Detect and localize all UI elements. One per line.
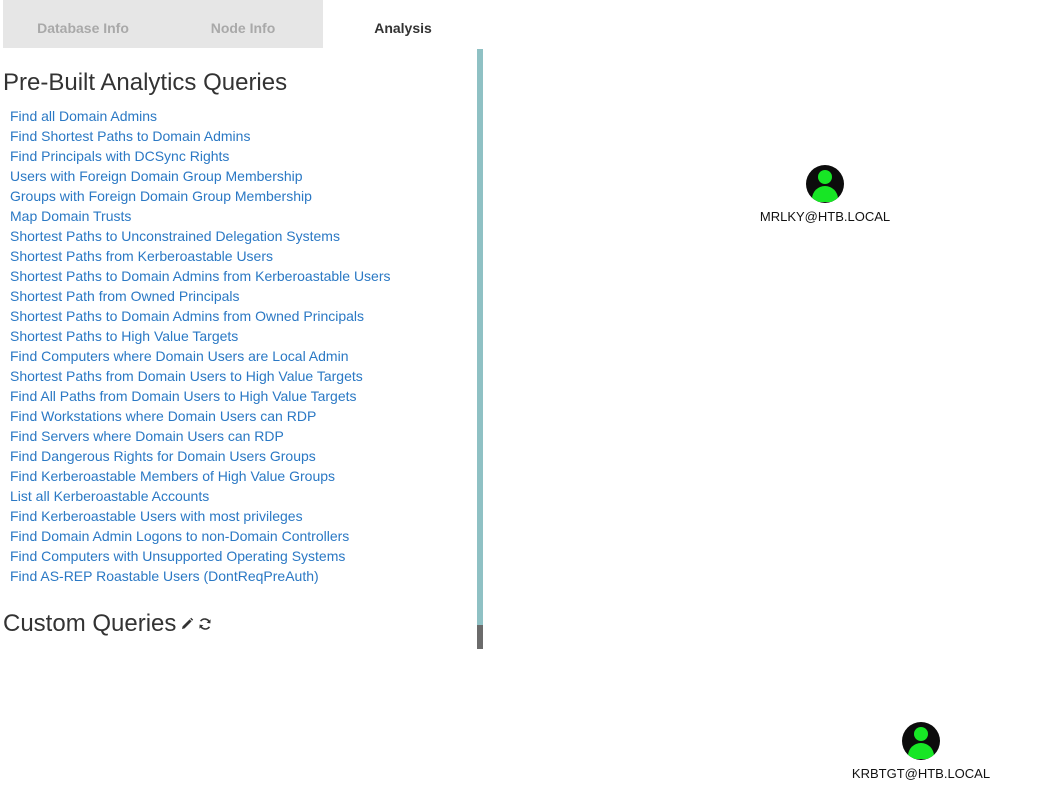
prebuilt-query-link[interactable]: Find Shortest Paths to Domain Admins [10, 126, 391, 146]
prebuilt-query-link[interactable]: List all Kerberoastable Accounts [10, 486, 391, 506]
tab-node-info[interactable]: Node Info [163, 0, 323, 48]
graph-node-user[interactable]: MRLKY@HTB.LOCAL [759, 165, 891, 224]
prebuilt-query-link[interactable]: Users with Foreign Domain Group Membersh… [10, 166, 391, 186]
panel-scrollbar[interactable] [477, 49, 483, 649]
prebuilt-query-link[interactable]: Find AS-REP Roastable Users (DontReqPreA… [10, 566, 391, 586]
analysis-content: Pre-Built Analytics Queries Find all Dom… [3, 49, 477, 649]
prebuilt-query-link[interactable]: Shortest Path from Owned Principals [10, 286, 391, 306]
prebuilt-query-link[interactable]: Find Principals with DCSync Rights [10, 146, 391, 166]
prebuilt-query-link[interactable]: Shortest Paths to Domain Admins from Ker… [10, 266, 391, 286]
refresh-icon[interactable] [198, 617, 212, 631]
prebuilt-query-list: Find all Domain Admins Find Shortest Path… [10, 106, 391, 586]
prebuilt-query-link[interactable]: Find All Paths from Domain Users to High… [10, 386, 391, 406]
prebuilt-query-link[interactable]: Find Domain Admin Logons to non-Domain C… [10, 526, 391, 546]
prebuilt-query-link[interactable]: Shortest Paths from Kerberoastable Users [10, 246, 391, 266]
custom-queries-header: Custom Queries [3, 610, 212, 638]
prebuilt-query-link[interactable]: Find Dangerous Rights for Domain Users G… [10, 446, 391, 466]
user-icon[interactable] [806, 165, 844, 203]
panel-tabs: Database Info Node Info Analysis [3, 0, 483, 48]
prebuilt-query-link[interactable]: Find Kerberoastable Members of High Valu… [10, 466, 391, 486]
tab-analysis[interactable]: Analysis [323, 0, 483, 48]
prebuilt-query-link[interactable]: Find Computers with Unsupported Operatin… [10, 546, 391, 566]
tab-database-info[interactable]: Database Info [3, 0, 163, 48]
prebuilt-query-link[interactable]: Find Computers where Domain Users are Lo… [10, 346, 391, 366]
prebuilt-query-link[interactable]: Shortest Paths to Domain Admins from Own… [10, 306, 391, 326]
scrollbar-thumb[interactable] [477, 625, 483, 649]
graph-node-user[interactable]: KRBTGT@HTB.LOCAL [850, 722, 992, 781]
prebuilt-query-link[interactable]: Find Kerberoastable Users with most priv… [10, 506, 391, 526]
prebuilt-query-link[interactable]: Shortest Paths from Domain Users to High… [10, 366, 391, 386]
prebuilt-query-link[interactable]: Shortest Paths to High Value Targets [10, 326, 391, 346]
prebuilt-query-link[interactable]: Shortest Paths to Unconstrained Delegati… [10, 226, 391, 246]
prebuilt-query-link[interactable]: Map Domain Trusts [10, 206, 391, 226]
user-icon[interactable] [902, 722, 940, 760]
side-panel: Database Info Node Info Analysis Pre-Bui… [3, 0, 483, 649]
edit-pencil-icon[interactable] [180, 617, 194, 631]
prebuilt-query-link[interactable]: Find all Domain Admins [10, 106, 391, 126]
node-label: KRBTGT@HTB.LOCAL [851, 766, 991, 781]
prebuilt-queries-title: Pre-Built Analytics Queries [3, 69, 288, 96]
prebuilt-query-link[interactable]: Find Workstations where Domain Users can… [10, 406, 391, 426]
prebuilt-query-link[interactable]: Groups with Foreign Domain Group Members… [10, 186, 391, 206]
node-label: MRLKY@HTB.LOCAL [759, 209, 891, 224]
prebuilt-query-link[interactable]: Find Servers where Domain Users can RDP [10, 426, 391, 446]
custom-queries-title: Custom Queries [3, 610, 177, 637]
